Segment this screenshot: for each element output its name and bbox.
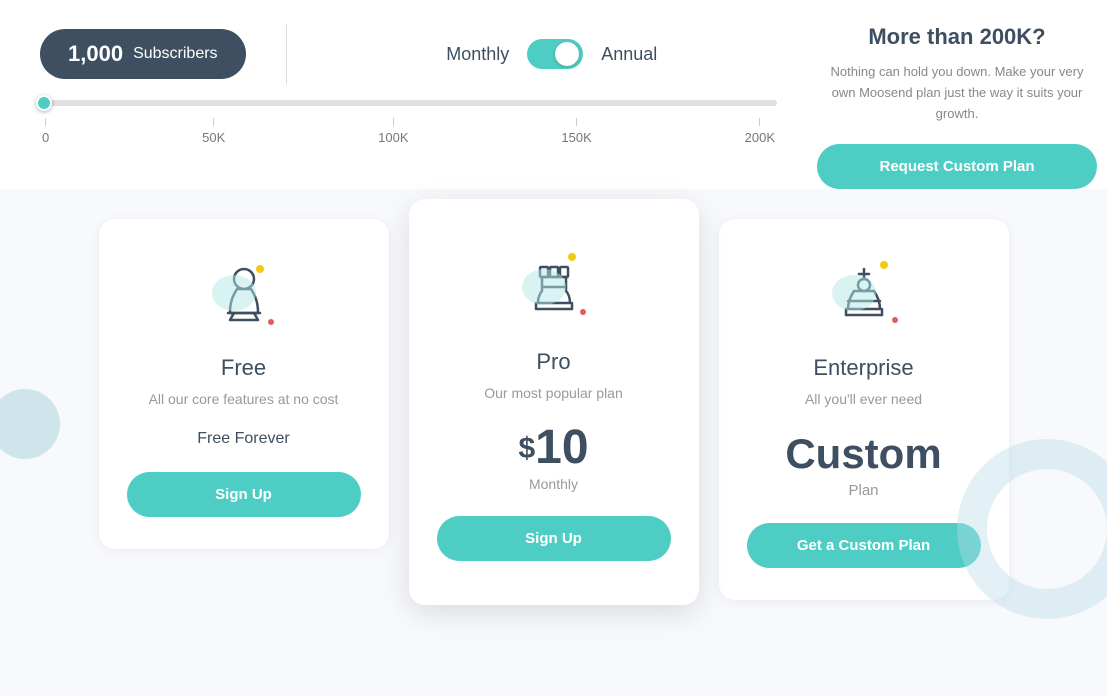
billing-toggle: Monthly Annual: [327, 39, 777, 69]
free-plan-price-label: Free Forever: [127, 430, 361, 448]
vertical-divider: [286, 24, 287, 84]
tick-label-100k: 100K: [378, 130, 408, 145]
free-plan-desc: All our core features at no cost: [127, 389, 361, 410]
request-custom-plan-button[interactable]: Request Custom Plan: [817, 144, 1097, 189]
enterprise-custom-price: Custom: [747, 430, 981, 478]
enterprise-plan-desc: All you'll ever need: [747, 389, 981, 410]
left-controls: 1,000 Subscribers Monthly Annual: [40, 24, 777, 189]
enterprise-cta-button[interactable]: Get a Custom Plan: [747, 523, 981, 568]
pro-icon-blob: [522, 269, 566, 305]
tick-0: 0: [42, 118, 49, 145]
pricing-cards: Free All our core features at no cost Fr…: [40, 219, 1067, 605]
custom-plan-desc: Nothing can hold you down. Make your ver…: [817, 62, 1097, 124]
pro-price-period: Monthly: [437, 476, 671, 492]
pro-signup-button[interactable]: Sign Up: [437, 516, 671, 561]
tick-label-50k: 50K: [202, 130, 225, 145]
free-plan-card: Free All our core features at no cost Fr…: [99, 219, 389, 549]
tick-200k: 200K: [745, 118, 775, 145]
pro-plan-icon: [514, 249, 594, 329]
slider-ticks: 0 50K 100K 150K 200K: [40, 118, 777, 145]
dot-red-pro: [580, 309, 586, 315]
subscriber-count: 1,000: [68, 41, 123, 67]
tick-mark: [759, 118, 760, 126]
enterprise-plan-name: Enterprise: [747, 355, 981, 381]
dot-yellow-pro: [568, 253, 576, 261]
free-plan-icon: [204, 255, 284, 335]
tick-label-200k: 200K: [745, 130, 775, 145]
tick-100k: 100K: [378, 118, 408, 145]
billing-toggle-switch[interactable]: [527, 39, 583, 69]
free-signup-button[interactable]: Sign Up: [127, 472, 361, 517]
slider-track[interactable]: [40, 100, 777, 106]
pro-plan-desc: Our most popular plan: [437, 383, 671, 404]
tick-150k: 150K: [561, 118, 591, 145]
dot-yellow-enterprise: [880, 261, 888, 269]
tick-mark: [393, 118, 394, 126]
tick-label-150k: 150K: [561, 130, 591, 145]
pro-plan-price: $10: [437, 424, 671, 472]
subscribers-pill[interactable]: 1,000 Subscribers: [40, 29, 246, 79]
tick-mark: [45, 118, 46, 126]
free-icon-blob: [212, 275, 256, 311]
subscriber-label: Subscribers: [133, 45, 217, 63]
monthly-label: Monthly: [446, 44, 509, 65]
pro-plan-card: Pro Our most popular plan $10 Monthly Si…: [409, 199, 699, 605]
enterprise-icon-blob: [832, 275, 876, 311]
dot-red-free: [268, 319, 274, 325]
pro-price-dollar: $: [518, 434, 535, 464]
enterprise-plan-icon: [824, 255, 904, 335]
slider-thumb[interactable]: [36, 95, 52, 111]
pro-price-amount: 10: [535, 421, 588, 474]
enterprise-custom-sub: Plan: [747, 482, 981, 499]
dot-yellow-free: [256, 265, 264, 273]
tick-50k: 50K: [202, 118, 225, 145]
free-plan-name: Free: [127, 355, 361, 381]
slider-section: 0 50K 100K 150K 200K: [40, 100, 777, 169]
tick-label-0: 0: [42, 130, 49, 145]
custom-plan-headline: More than 200K?: [817, 24, 1097, 50]
dot-red-enterprise: [892, 317, 898, 323]
top-section: 1,000 Subscribers Monthly Annual: [0, 0, 1107, 189]
custom-plan-card: More than 200K? Nothing can hold you dow…: [817, 24, 1097, 189]
tick-mark: [213, 118, 214, 126]
pro-plan-name: Pro: [437, 349, 671, 375]
toggle-knob: [555, 42, 579, 66]
annual-label: Annual: [601, 44, 657, 65]
custom-plan-box: More than 200K? Nothing can hold you dow…: [777, 24, 1067, 189]
tick-mark: [576, 118, 577, 126]
controls-row: 1,000 Subscribers Monthly Annual: [40, 24, 777, 84]
main-content: Free All our core features at no cost Fr…: [0, 189, 1107, 635]
